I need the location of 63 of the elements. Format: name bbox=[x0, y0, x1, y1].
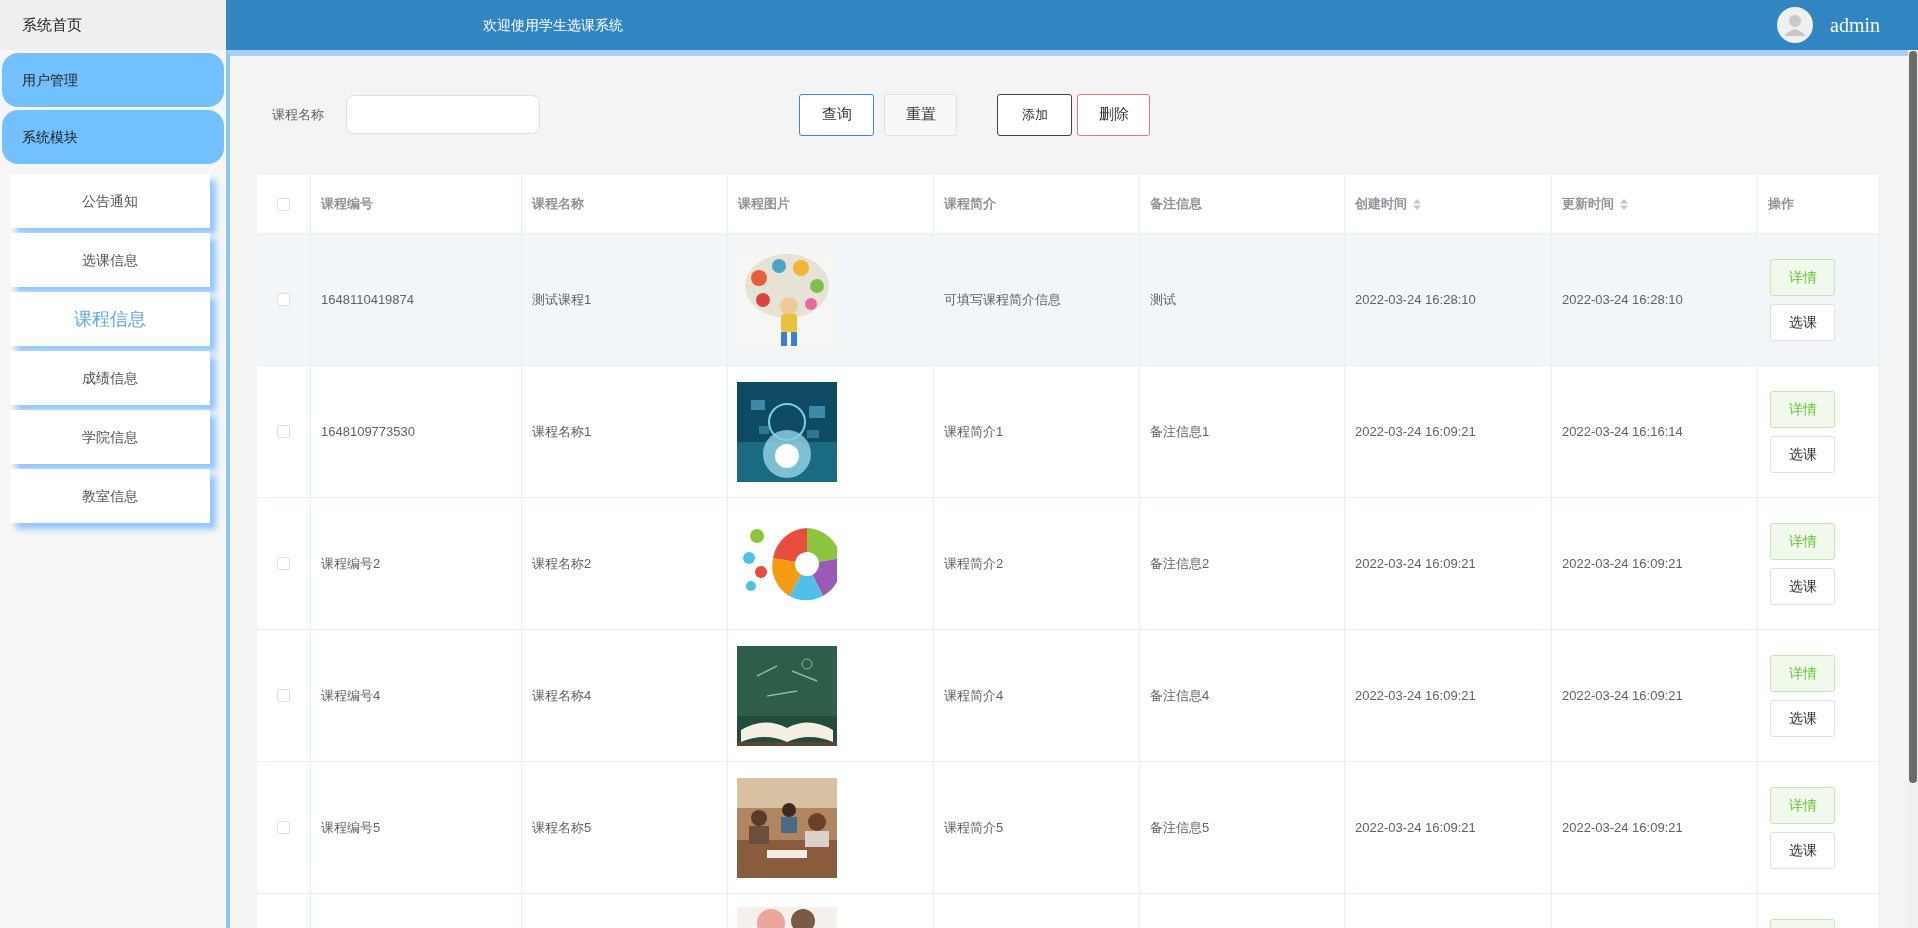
home-menu-item[interactable]: 系统首页 bbox=[0, 0, 226, 50]
sidebar-item[interactable]: 选课信息 bbox=[10, 233, 210, 287]
course-intro: 课程简介5 bbox=[944, 818, 1004, 837]
toolbar-button[interactable]: 删除 bbox=[1077, 93, 1150, 136]
table-row[interactable]: 课程编号2 课程名称2 课程简介2 备注信息2 2022-03-24 16:09:21 2022-03-24 16:09:21 详情 选课 bbox=[257, 498, 1880, 630]
course-note: 备注信息5 bbox=[1150, 818, 1210, 837]
column-header: 更新时间 bbox=[1562, 195, 1614, 214]
username: admin bbox=[1830, 13, 1880, 38]
column-header: 课程图片 bbox=[738, 195, 790, 214]
course-name: 课程名称4 bbox=[532, 686, 592, 705]
toolbar-button[interactable]: 添加 bbox=[997, 93, 1072, 136]
created-time: 2022-03-24 16:28:10 bbox=[1355, 290, 1476, 309]
sidebar-item[interactable]: 成绩信息 bbox=[10, 351, 210, 405]
course-id: 1648110419874 bbox=[321, 290, 415, 309]
table-row[interactable]: 课程编号5 课程名称5 课程简介5 备注信息5 2022-03-24 16:09:21 2022-03-24 16:09:21 详情 选课 bbox=[257, 762, 1880, 894]
select-course-button[interactable]: 选课 bbox=[1770, 567, 1835, 605]
sidebar-item[interactable]: 教室信息 bbox=[10, 469, 210, 523]
course-intro: 课程简介4 bbox=[944, 686, 1004, 705]
menu-group[interactable]: 用户管理 bbox=[2, 53, 224, 107]
updated-time: 2022-03-24 16:09:21 bbox=[1562, 554, 1683, 573]
select-course-button[interactable]: 选课 bbox=[1770, 699, 1835, 737]
course-name: 课程名称5 bbox=[532, 818, 592, 837]
course-note: 备注信息4 bbox=[1150, 686, 1210, 705]
column-header: 课程简介 bbox=[944, 195, 996, 214]
created-time: 2022-03-24 16:09:21 bbox=[1355, 554, 1476, 573]
header-title: 欢迎使用学生选课系统 bbox=[483, 16, 623, 35]
course-name: 课程名称2 bbox=[532, 554, 592, 573]
course-intro: 可填写课程简介信息 bbox=[944, 290, 1061, 309]
table-row[interactable]: 1648109773530 课程名称1 课程简介1 备注信息1 2022-03-24 16:09:21 2022-03-24 16:16:14 详情 选课 bbox=[257, 366, 1880, 498]
toolbar-button[interactable]: 查询 bbox=[799, 93, 874, 136]
course-note: 备注信息2 bbox=[1150, 554, 1210, 573]
created-time: 2022-03-24 16:09:21 bbox=[1355, 422, 1476, 441]
course-intro: 课程简介1 bbox=[944, 422, 1004, 441]
field-label: 课程名称 bbox=[272, 105, 324, 124]
select-course-button[interactable]: 选课 bbox=[1770, 435, 1835, 473]
course-id: 1648109773530 bbox=[321, 422, 415, 441]
course-note: 备注信息1 bbox=[1150, 422, 1210, 441]
course-id: 课程编号5 bbox=[321, 818, 381, 837]
course-note: 测试 bbox=[1150, 290, 1176, 309]
updated-time: 2022-03-24 16:28:10 bbox=[1562, 290, 1683, 309]
select-course-button[interactable]: 选课 bbox=[1770, 831, 1835, 869]
toolbar-button[interactable]: 重置 bbox=[884, 93, 957, 136]
created-time: 2022-03-24 16:09:21 bbox=[1355, 686, 1476, 705]
column-header: 创建时间 bbox=[1355, 195, 1407, 214]
updated-time: 2022-03-24 16:16:14 bbox=[1562, 422, 1683, 441]
course-name: 测试课程1 bbox=[532, 290, 592, 309]
sidebar-item[interactable]: 学院信息 bbox=[10, 410, 210, 464]
select-course-button[interactable]: 选课 bbox=[1770, 303, 1835, 341]
table-row[interactable]: 1648110419874 测试课程1 可填写课程简介信息 测试 2022-03-24 16:28:10 2022-03-24 16:28:10 详情 选课 bbox=[257, 234, 1880, 366]
column-header: 备注信息 bbox=[1150, 195, 1202, 214]
updated-time: 2022-03-24 16:09:21 bbox=[1562, 818, 1683, 837]
column-header: 操作 bbox=[1768, 195, 1794, 214]
course-name: 课程名称1 bbox=[532, 422, 592, 441]
course-id: 课程编号4 bbox=[321, 686, 381, 705]
menu-group[interactable]: 系统模块 bbox=[2, 110, 224, 164]
course-id: 课程编号2 bbox=[321, 554, 381, 573]
sidebar-item[interactable]: 公告通知 bbox=[10, 174, 210, 228]
column-header: 课程编号 bbox=[321, 195, 373, 214]
column-header: 课程名称 bbox=[532, 195, 584, 214]
course-intro: 课程简介2 bbox=[944, 554, 1004, 573]
created-time: 2022-03-24 16:09:21 bbox=[1355, 818, 1476, 837]
table-row[interactable]: 课程编号4 课程名称4 课程简介4 备注信息4 2022-03-24 16:09:21 2022-03-24 16:09:21 详情 选课 bbox=[257, 630, 1880, 762]
updated-time: 2022-03-24 16:09:21 bbox=[1562, 686, 1683, 705]
